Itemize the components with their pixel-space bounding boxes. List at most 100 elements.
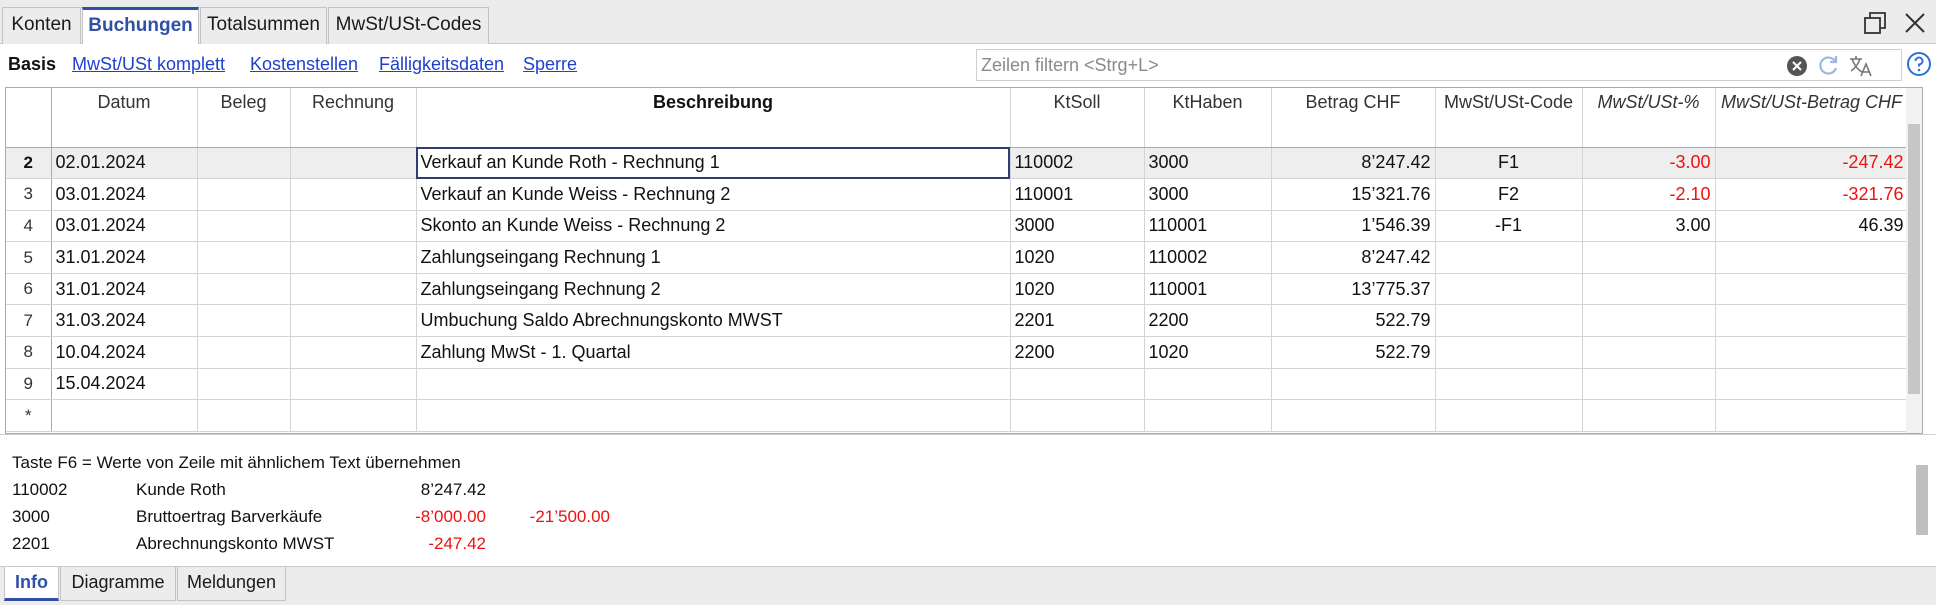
cell-datum[interactable]: 31.01.2024 <box>51 241 198 274</box>
tab-totalsummen[interactable]: Totalsummen <box>200 7 327 45</box>
cell-kthaben[interactable]: 110001 <box>1144 273 1272 306</box>
cell-kthaben[interactable]: 3000 <box>1144 178 1272 211</box>
cell-datum[interactable]: 15.04.2024 <box>51 368 198 401</box>
cell-ktsoll[interactable]: 3000 <box>1010 210 1145 243</box>
info-scrollbar[interactable] <box>1916 465 1928 535</box>
view-mwst-ust-komplett[interactable]: MwSt/USt komplett <box>72 54 225 75</box>
cell-beschreibung[interactable]: Verkauf an Kunde Roth - Rechnung 1 <box>416 147 1011 180</box>
cell-ktsoll[interactable]: 110002 <box>1010 147 1145 180</box>
view-kostenstellen[interactable]: Kostenstellen <box>250 54 358 75</box>
cell-betrag[interactable]: 522.79 <box>1271 304 1436 338</box>
cell-mwst-betrag[interactable]: -247.42 <box>1715 147 1909 180</box>
cell-mwst-prozent[interactable] <box>1582 399 1716 432</box>
tab-info[interactable]: Info <box>4 567 59 601</box>
cell-ktsoll[interactable] <box>1010 368 1145 401</box>
cell-mwst-betrag[interactable]: 46.39 <box>1715 210 1909 243</box>
cell-mwst-code[interactable] <box>1435 241 1583 274</box>
cell-kthaben[interactable]: 2200 <box>1144 304 1272 338</box>
column-header-mwst-prozent[interactable]: MwSt/USt-% <box>1582 88 1716 148</box>
help-icon[interactable] <box>1906 51 1932 77</box>
cell-mwst-prozent[interactable]: -2.10 <box>1582 178 1716 211</box>
table-row[interactable]: 3 03.01.2024 Verkauf an Kunde Weiss - Re… <box>6 178 1909 211</box>
cell-datum[interactable]: 02.01.2024 <box>51 147 198 180</box>
cell-mwst-prozent[interactable] <box>1582 336 1716 369</box>
cell-mwst-betrag[interactable] <box>1715 336 1909 369</box>
table-row[interactable]: 2 02.01.2024 Verkauf an Kunde Roth - Rec… <box>6 147 1909 180</box>
cell-mwst-code[interactable] <box>1435 399 1583 432</box>
cell-ktsoll[interactable]: 1020 <box>1010 241 1145 274</box>
cell-mwst-betrag[interactable]: -321.76 <box>1715 178 1909 211</box>
cell-kthaben[interactable]: 110001 <box>1144 210 1272 243</box>
cell-betrag[interactable]: 15’321.76 <box>1271 178 1436 211</box>
cell-mwst-prozent[interactable] <box>1582 368 1716 401</box>
tab-konten[interactable]: Konten <box>2 7 81 45</box>
column-header-mwst-betrag[interactable]: MwSt/USt-Betrag CHF <box>1715 88 1909 148</box>
cell-beschreibung[interactable]: Zahlung MwSt - 1. Quartal <box>416 336 1011 369</box>
cell-rechnung[interactable] <box>290 147 417 180</box>
row-number[interactable]: 9 <box>6 368 52 401</box>
table-row[interactable]: 8 10.04.2024 Zahlung MwSt - 1. Quartal 2… <box>6 336 1909 369</box>
cell-betrag[interactable]: 522.79 <box>1271 336 1436 369</box>
column-header-mwst-code[interactable]: MwSt/USt-Code <box>1435 88 1583 148</box>
cell-betrag[interactable]: 1’546.39 <box>1271 210 1436 243</box>
cell-datum[interactable]: 03.01.2024 <box>51 178 198 211</box>
column-header-datum[interactable]: Datum <box>51 88 198 148</box>
cell-beschreibung[interactable]: Umbuchung Saldo Abrechnungskonto MWST <box>416 304 1011 338</box>
cell-mwst-code[interactable] <box>1435 368 1583 401</box>
cell-beleg[interactable] <box>197 399 291 432</box>
cell-beschreibung[interactable]: Skonto an Kunde Weiss - Rechnung 2 <box>416 210 1011 243</box>
row-number[interactable]: 4 <box>6 210 52 243</box>
cell-betrag[interactable] <box>1271 368 1436 401</box>
view-faelligkeitsdaten[interactable]: Fälligkeitsdaten <box>379 54 504 75</box>
cell-mwst-prozent[interactable] <box>1582 273 1716 306</box>
cell-kthaben[interactable]: 110002 <box>1144 241 1272 274</box>
column-header-beleg[interactable]: Beleg <box>197 88 291 148</box>
row-number[interactable]: * <box>6 399 52 432</box>
cell-mwst-code[interactable]: F1 <box>1435 147 1583 180</box>
cell-ktsoll[interactable]: 1020 <box>1010 273 1145 306</box>
cell-kthaben[interactable]: 3000 <box>1144 147 1272 180</box>
cell-beleg[interactable] <box>197 273 291 306</box>
cell-rechnung[interactable] <box>290 399 417 432</box>
column-header-ktsoll[interactable]: KtSoll <box>1010 88 1145 148</box>
cell-beschreibung[interactable]: Zahlungseingang Rechnung 2 <box>416 273 1011 306</box>
cell-datum[interactable] <box>51 399 198 432</box>
cell-kthaben[interactable] <box>1144 368 1272 401</box>
row-number[interactable]: 6 <box>6 273 52 306</box>
cell-rechnung[interactable] <box>290 210 417 243</box>
cell-mwst-betrag[interactable] <box>1715 304 1909 338</box>
table-row[interactable]: 7 31.03.2024 Umbuchung Saldo Abrechnungs… <box>6 304 1909 338</box>
cell-mwst-betrag[interactable] <box>1715 241 1909 274</box>
cell-ktsoll[interactable]: 2201 <box>1010 304 1145 338</box>
cell-datum[interactable]: 10.04.2024 <box>51 336 198 369</box>
cell-betrag[interactable]: 13’775.37 <box>1271 273 1436 306</box>
cell-beleg[interactable] <box>197 241 291 274</box>
filter-input[interactable] <box>977 50 1777 80</box>
cell-ktsoll[interactable]: 2200 <box>1010 336 1145 369</box>
row-number[interactable]: 5 <box>6 241 52 274</box>
column-header-kthaben[interactable]: KtHaben <box>1144 88 1272 148</box>
cell-beleg[interactable] <box>197 368 291 401</box>
cell-mwst-code[interactable] <box>1435 304 1583 338</box>
cell-mwst-betrag[interactable] <box>1715 273 1909 306</box>
grid-scrollbar-thumb[interactable] <box>1908 124 1920 394</box>
table-row[interactable]: 5 31.01.2024 Zahlungseingang Rechnung 1 … <box>6 241 1909 274</box>
table-row[interactable]: 6 31.01.2024 Zahlungseingang Rechnung 2 … <box>6 273 1909 306</box>
table-row[interactable]: 9 15.04.2024 <box>6 368 1909 401</box>
table-row[interactable]: 4 03.01.2024 Skonto an Kunde Weiss - Rec… <box>6 210 1909 243</box>
cell-beleg[interactable] <box>197 210 291 243</box>
cell-rechnung[interactable] <box>290 304 417 338</box>
cell-mwst-code[interactable]: -F1 <box>1435 210 1583 243</box>
cell-mwst-betrag[interactable] <box>1715 368 1909 401</box>
view-basis[interactable]: Basis <box>8 54 56 75</box>
cell-rechnung[interactable] <box>290 178 417 211</box>
restore-window-icon[interactable] <box>1860 8 1890 38</box>
cell-betrag[interactable] <box>1271 399 1436 432</box>
grid-scrollbar[interactable] <box>1906 88 1922 433</box>
row-number[interactable]: 2 <box>6 147 52 180</box>
clear-filter-icon[interactable] <box>1784 53 1810 79</box>
cell-mwst-prozent[interactable] <box>1582 241 1716 274</box>
cell-beschreibung[interactable]: Verkauf an Kunde Weiss - Rechnung 2 <box>416 178 1011 211</box>
cell-datum[interactable]: 31.01.2024 <box>51 273 198 306</box>
cell-beleg[interactable] <box>197 336 291 369</box>
